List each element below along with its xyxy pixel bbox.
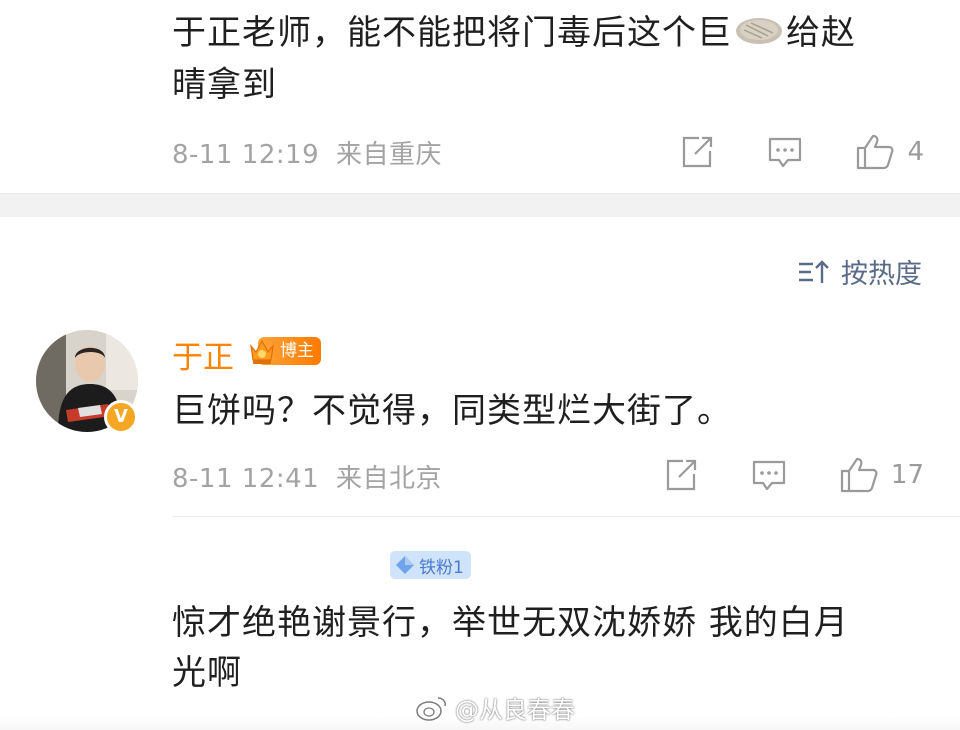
comment-actions: 17: [611, 455, 924, 495]
comment-meta: 8-11 12:41 来自北京: [172, 458, 442, 495]
username[interactable]: 于正: [172, 332, 234, 377]
sort-toggle[interactable]: 按热度: [797, 252, 922, 291]
fan-badge: 铁粉1: [390, 551, 471, 579]
section-divider: [0, 193, 960, 217]
share-icon: [683, 136, 713, 168]
comment-text-line2: 光啊: [172, 653, 242, 693]
comment-text-line1: 惊才绝艳谢景行，举世无双沈娇娇 我的白月: [172, 603, 849, 643]
watermark: @从良春春: [415, 690, 575, 725]
comment-location: 来自北京: [335, 464, 442, 494]
fan-badge-label: 铁粉1: [419, 557, 464, 578]
comment-time: 8-11 12:41: [172, 464, 320, 494]
comment-location: 来自重庆: [335, 140, 442, 170]
share-button[interactable]: [679, 135, 715, 169]
sort-icon: [799, 259, 829, 283]
sort-label: 按热度: [841, 259, 922, 290]
weibo-logo-icon: [416, 696, 446, 721]
crown-icon: [250, 339, 274, 364]
comment-text-line1-end: 给赵: [786, 13, 856, 53]
like-button[interactable]: 17: [839, 456, 924, 494]
diamond-icon: [396, 556, 414, 574]
comment-icon: [769, 137, 802, 168]
reply-button[interactable]: [767, 135, 803, 169]
comment-text: 惊才绝艳谢景行，举世无双沈娇娇 我的白月 光啊: [172, 598, 849, 698]
comment-time: 8-11 12:19: [172, 140, 320, 170]
pancake-emoji: [734, 10, 784, 60]
like-count: 17: [890, 460, 924, 490]
reply-button[interactable]: [751, 458, 787, 492]
share-button[interactable]: [663, 458, 699, 492]
thumb-up-icon: [840, 457, 878, 493]
watermark-text: @从良春春: [455, 696, 575, 724]
like-button[interactable]: 4: [855, 133, 924, 171]
comment-text-line2: 晴拿到: [172, 64, 277, 105]
share-icon: [666, 459, 697, 491]
thumb-up-icon: [857, 134, 894, 170]
comment-divider: [172, 516, 960, 517]
comment-text: 巨饼吗？不觉得，同类型烂大街了。: [172, 391, 732, 431]
comment-text: 于正老师，能不能把将门毒后这个巨 给赵 晴拿到: [172, 8, 856, 110]
comment-text-line1: 于正老师，能不能把将门毒后这个巨: [172, 13, 732, 53]
host-badge: 博主: [248, 334, 321, 368]
comment-meta: 8-11 12:19 来自重庆: [172, 134, 442, 171]
like-count: 4: [907, 137, 924, 167]
comment-icon: [752, 460, 786, 491]
comment-actions: 4: [627, 132, 924, 172]
verified-badge-icon: V: [104, 400, 138, 434]
